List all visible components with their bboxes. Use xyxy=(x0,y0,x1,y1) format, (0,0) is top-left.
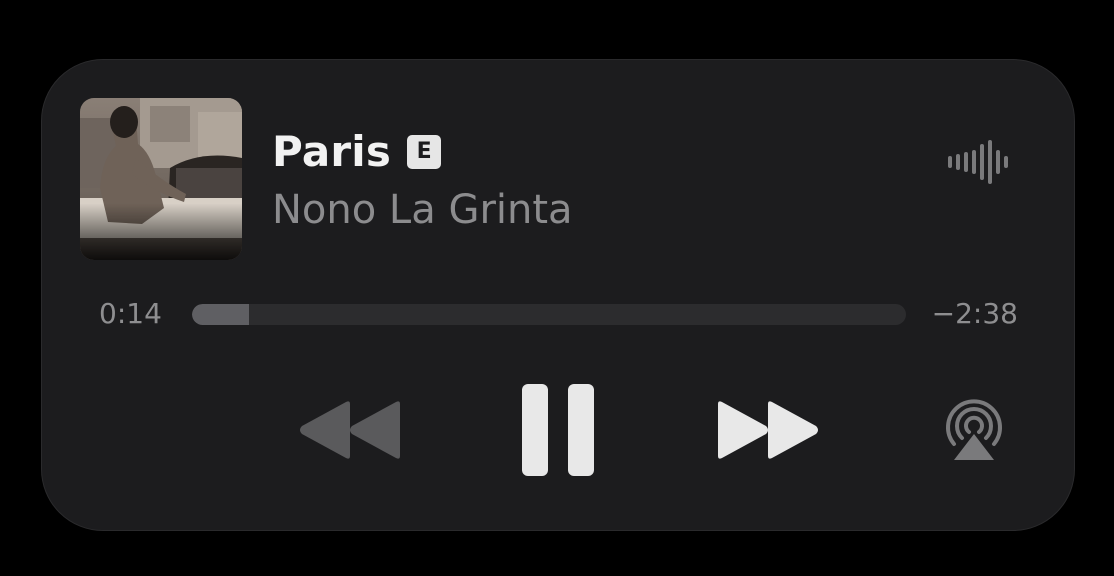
elapsed-time: 0:14 xyxy=(99,297,162,330)
pause-button[interactable] xyxy=(520,382,596,478)
forward-button[interactable] xyxy=(716,398,820,462)
forward-icon xyxy=(718,401,818,459)
artist-name[interactable]: Nono La Grinta xyxy=(272,184,573,236)
airplay-button[interactable] xyxy=(940,398,1008,462)
airplay-icon xyxy=(946,399,1002,460)
progress-scrubber[interactable] xyxy=(192,304,906,325)
backward-icon xyxy=(300,401,400,459)
backward-button[interactable] xyxy=(298,398,402,462)
waveform-icon xyxy=(944,140,1008,184)
track-title-row: Paris E xyxy=(272,124,442,180)
remaining-time: −2:38 xyxy=(931,297,1018,330)
progress-fill xyxy=(192,304,250,325)
pause-icon xyxy=(522,384,594,476)
track-title[interactable]: Paris xyxy=(272,124,391,180)
explicit-badge: E xyxy=(407,135,442,169)
album-artwork[interactable] xyxy=(80,98,242,260)
